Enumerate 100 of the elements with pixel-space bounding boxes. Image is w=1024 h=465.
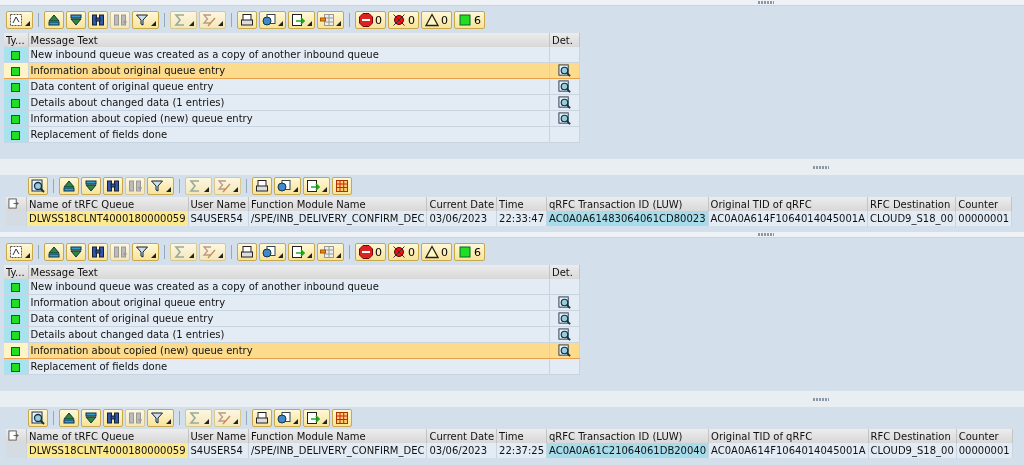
stop-sign-count-button[interactable]: 0 xyxy=(355,243,386,261)
column-header[interactable]: User Name xyxy=(188,197,249,211)
status-light-icon xyxy=(11,330,21,340)
sort-descending-icon xyxy=(84,179,98,193)
splitter-grip[interactable] xyxy=(813,166,829,169)
printer-button[interactable] xyxy=(252,177,272,195)
filter-button[interactable] xyxy=(147,177,174,195)
column-header[interactable]: Det. xyxy=(549,265,580,279)
select-all-icon[interactable] xyxy=(8,197,19,209)
binoculars-button[interactable] xyxy=(88,11,108,29)
splitter-grip[interactable] xyxy=(813,398,829,401)
binoculars-icon xyxy=(128,179,142,193)
filter-icon xyxy=(135,13,149,27)
sort-ascending-button[interactable] xyxy=(44,11,64,29)
export-button[interactable] xyxy=(303,409,330,427)
status-light-icon xyxy=(11,66,21,76)
column-layout-button[interactable] xyxy=(317,11,344,29)
warning-count-button[interactable]: 0 xyxy=(421,243,452,261)
column-header[interactable]: RFC Destination xyxy=(868,429,957,443)
printer-button[interactable] xyxy=(252,409,272,427)
column-layout-button[interactable] xyxy=(317,243,344,261)
table-cell: S4USER54 xyxy=(188,211,249,226)
warning-count-button[interactable]: 0 xyxy=(421,11,452,29)
success-count-button[interactable]: 6 xyxy=(454,11,485,29)
globe-button[interactable] xyxy=(274,177,301,195)
table-cell: /SPE/INB_DELIVERY_CONFIRM_DEC xyxy=(248,211,427,226)
binoculars-button[interactable] xyxy=(88,243,108,261)
detail-magnifier-icon[interactable] xyxy=(558,344,571,357)
printer-button[interactable] xyxy=(237,11,257,29)
stop-sign-count-button[interactable]: 0 xyxy=(355,11,386,29)
grid-button[interactable] xyxy=(332,409,352,427)
column-header[interactable]: Time xyxy=(496,429,547,443)
magnifier-button[interactable] xyxy=(28,409,48,427)
subtotal-icon xyxy=(202,13,216,27)
sort-descending-button[interactable] xyxy=(81,177,101,195)
detail-magnifier-icon[interactable] xyxy=(558,296,571,309)
column-header[interactable]: Message Text xyxy=(28,33,550,47)
column-header[interactable]: Function Module Name xyxy=(248,429,427,443)
filter-button[interactable] xyxy=(132,243,159,261)
column-header[interactable]: qRFC Transaction ID (LUW) xyxy=(546,197,709,211)
column-header[interactable]: Current Date xyxy=(426,429,497,443)
printer-button[interactable] xyxy=(237,243,257,261)
detail-magnifier-icon[interactable] xyxy=(558,328,571,341)
select-all-icon[interactable] xyxy=(8,429,19,441)
success-count-button[interactable]: 6 xyxy=(454,243,485,261)
column-header[interactable]: Counter xyxy=(956,429,1013,443)
column-header[interactable]: Ty... xyxy=(4,33,28,47)
column-header[interactable]: Name of tRFC Queue xyxy=(26,197,188,211)
export-button[interactable] xyxy=(288,243,315,261)
globe-button[interactable] xyxy=(259,243,286,261)
export-button[interactable] xyxy=(303,177,330,195)
globe-icon xyxy=(262,13,276,27)
column-header[interactable]: User Name xyxy=(188,429,249,443)
sort-descending-button[interactable] xyxy=(66,11,86,29)
detail-magnifier-icon[interactable] xyxy=(558,96,571,109)
column-header[interactable]: qRFC Transaction ID (LUW) xyxy=(546,429,709,443)
globe-button[interactable] xyxy=(274,409,301,427)
column-header[interactable]: Message Text xyxy=(28,265,550,279)
printer-icon xyxy=(255,411,269,425)
column-layout-icon xyxy=(320,13,334,27)
magnifier-button[interactable] xyxy=(28,177,48,195)
column-header[interactable]: Original TID of qRFC xyxy=(708,197,868,211)
error-count-button[interactable]: 0 xyxy=(388,243,419,261)
binoculars-button[interactable] xyxy=(103,177,123,195)
export-icon xyxy=(306,179,320,193)
printer-icon xyxy=(240,245,254,259)
column-header[interactable]: Det. xyxy=(549,33,580,47)
table-cell: 22:37:25 xyxy=(496,443,547,458)
detail-magnifier-icon[interactable] xyxy=(558,112,571,125)
detail-magnifier-icon[interactable] xyxy=(558,64,571,77)
column-header[interactable]: Ty... xyxy=(4,265,28,279)
splitter-grip[interactable] xyxy=(758,233,774,236)
caret-icon xyxy=(166,419,171,424)
filter-button[interactable] xyxy=(147,409,174,427)
sort-ascending-button[interactable] xyxy=(59,409,79,427)
error-count-button[interactable]: 0 xyxy=(388,11,419,29)
column-header[interactable]: Current Date xyxy=(426,197,497,211)
detail-magnifier-icon[interactable] xyxy=(558,80,571,93)
sort-descending-button[interactable] xyxy=(81,409,101,427)
sort-ascending-button[interactable] xyxy=(59,177,79,195)
caret-icon xyxy=(25,21,30,26)
table-cell: CLOUD9_S18_00 xyxy=(867,211,956,226)
filter-button[interactable] xyxy=(132,11,159,29)
column-header[interactable]: RFC Destination xyxy=(867,197,956,211)
sort-descending-button[interactable] xyxy=(66,243,86,261)
status-light-icon xyxy=(11,314,21,324)
binoculars-button[interactable] xyxy=(103,409,123,427)
sort-ascending-button[interactable] xyxy=(44,243,64,261)
table-cell: AC0A0A61C21064061DB20040 xyxy=(546,443,709,458)
export-button[interactable] xyxy=(288,11,315,29)
splitter-grip[interactable] xyxy=(758,1,774,4)
column-header[interactable]: Time xyxy=(496,197,547,211)
column-header[interactable]: Function Module Name xyxy=(248,197,427,211)
status-light-icon xyxy=(11,362,21,372)
globe-button[interactable] xyxy=(259,11,286,29)
grid-button[interactable] xyxy=(332,177,352,195)
detail-magnifier-icon[interactable] xyxy=(558,312,571,325)
column-header[interactable]: Counter xyxy=(955,197,1012,211)
column-header[interactable]: Original TID of qRFC xyxy=(708,429,868,443)
column-header[interactable]: Name of tRFC Queue xyxy=(26,429,188,443)
